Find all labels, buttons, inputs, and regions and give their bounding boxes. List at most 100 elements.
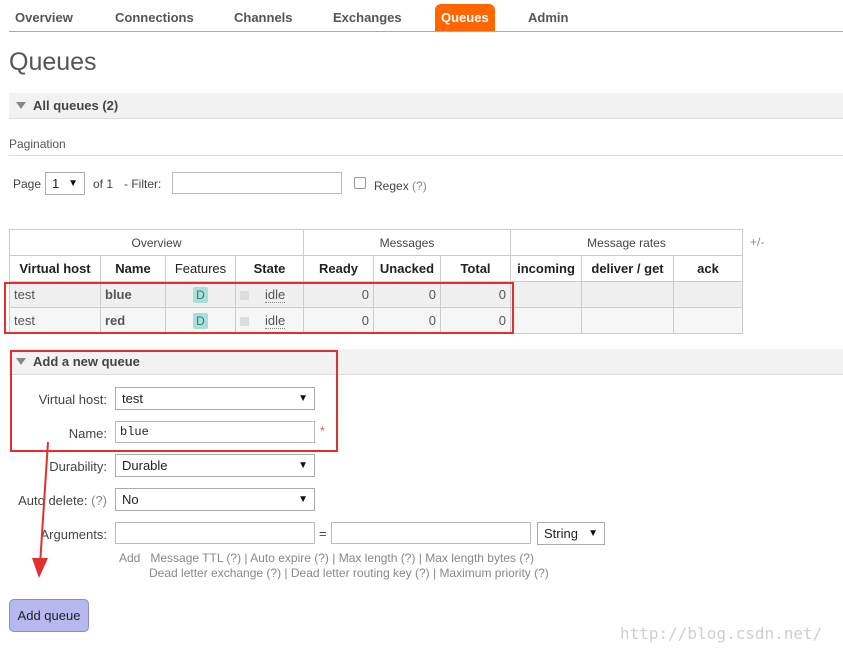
hint-add-label: Add bbox=[119, 551, 141, 565]
group-messages: Messages bbox=[303, 229, 511, 256]
table-row: test blue D idle 0 0 0 bbox=[9, 281, 743, 308]
row-ready: 0 bbox=[303, 307, 374, 334]
required-mark: * bbox=[320, 424, 325, 438]
argument-value-input[interactable] bbox=[331, 522, 531, 544]
dropdown-arrow-icon: ▼ bbox=[588, 528, 598, 539]
table-row: test red D idle 0 0 0 bbox=[9, 307, 743, 334]
dropdown-arrow-icon: ▼ bbox=[298, 393, 308, 404]
arguments-label: Arguments: bbox=[40, 527, 107, 542]
nav-connections[interactable]: Connections bbox=[109, 4, 200, 31]
hint-max-length[interactable]: Max length (?) bbox=[339, 551, 416, 565]
row-incoming bbox=[510, 281, 582, 308]
col-total[interactable]: Total bbox=[440, 255, 511, 282]
row-total: 0 bbox=[440, 281, 511, 308]
col-features: Features bbox=[165, 255, 236, 282]
nav-channels[interactable]: Channels bbox=[228, 4, 299, 31]
nav-exchanges[interactable]: Exchanges bbox=[327, 4, 408, 31]
col-deliver-get[interactable]: deliver / get bbox=[581, 255, 674, 282]
row-ack bbox=[673, 281, 743, 308]
filter-input[interactable] bbox=[172, 172, 342, 194]
add-queue-toggle[interactable]: Add a new queue bbox=[9, 349, 843, 375]
page-label: Page bbox=[13, 177, 42, 191]
vhost-select[interactable]: test ▼ bbox=[115, 387, 315, 410]
columns-toggle[interactable]: +/- bbox=[750, 235, 764, 249]
col-ready[interactable]: Ready bbox=[303, 255, 374, 282]
autodelete-select[interactable]: No ▼ bbox=[115, 488, 315, 511]
hint-maximum-priority[interactable]: Maximum priority (?) bbox=[439, 566, 548, 580]
row-state: idle bbox=[235, 281, 304, 308]
group-message-rates: Message rates bbox=[510, 229, 743, 256]
state-indicator-icon bbox=[240, 317, 249, 327]
row-name-link[interactable]: blue bbox=[100, 281, 166, 308]
page-of-label: of 1 bbox=[93, 177, 114, 191]
col-ack[interactable]: ack bbox=[673, 255, 743, 282]
state-idle: idle bbox=[265, 287, 286, 303]
regex-checkbox[interactable] bbox=[354, 177, 366, 189]
filter-label: - Filter: bbox=[124, 177, 162, 191]
row-unacked: 0 bbox=[373, 307, 441, 334]
hint-dead-letter-exchange[interactable]: Dead letter exchange (?) bbox=[149, 566, 281, 580]
row-deliver-get bbox=[581, 307, 674, 334]
page-select[interactable]: 1 ▼ bbox=[45, 172, 85, 195]
hint-message-ttl[interactable]: Message TTL (?) bbox=[150, 551, 241, 565]
dropdown-arrow-icon: ▼ bbox=[298, 494, 308, 505]
nav-queues[interactable]: Queues bbox=[435, 4, 495, 31]
dropdown-arrow-icon: ▼ bbox=[298, 460, 308, 471]
row-name-link[interactable]: red bbox=[100, 307, 166, 334]
collapse-triangle-icon bbox=[16, 358, 26, 365]
collapse-triangle-icon bbox=[16, 102, 26, 109]
all-queues-label: All queues (2) bbox=[33, 98, 119, 113]
hint-max-length-bytes[interactable]: Max length bytes (?) bbox=[425, 551, 534, 565]
row-features: D bbox=[165, 307, 236, 334]
row-total: 0 bbox=[440, 307, 511, 334]
row-incoming bbox=[510, 307, 582, 334]
row-vhost: test bbox=[9, 281, 101, 308]
watermark: http://blog.csdn.net/ bbox=[620, 624, 823, 643]
col-unacked[interactable]: Unacked bbox=[373, 255, 441, 282]
vhost-label: Virtual host: bbox=[38, 392, 107, 407]
row-deliver-get bbox=[581, 281, 674, 308]
row-features: D bbox=[165, 281, 236, 308]
state-idle: idle bbox=[265, 313, 286, 329]
equals-sign: = bbox=[319, 526, 327, 541]
durable-badge: D bbox=[193, 286, 208, 303]
hint-auto-expire[interactable]: Auto expire (?) bbox=[250, 551, 329, 565]
row-state: idle bbox=[235, 307, 304, 334]
argument-hints-line1: Add Message TTL (?) | Auto expire (?) | … bbox=[119, 551, 534, 565]
durability-select-value: Durable bbox=[122, 458, 168, 473]
hint-dead-letter-routing-key[interactable]: Dead letter routing key (?) bbox=[291, 566, 430, 580]
pagination-divider bbox=[9, 155, 843, 156]
add-queue-button[interactable]: Add queue bbox=[9, 599, 89, 632]
group-overview: Overview bbox=[9, 229, 304, 256]
state-indicator-icon bbox=[240, 291, 249, 301]
argument-key-input[interactable] bbox=[115, 522, 315, 544]
queue-name-input[interactable] bbox=[115, 421, 315, 443]
page-title: Queues bbox=[9, 48, 97, 76]
regex-label: Regex (?) bbox=[374, 179, 427, 193]
argument-type-value: String bbox=[544, 526, 578, 541]
durable-badge: D bbox=[193, 312, 208, 329]
argument-type-select[interactable]: String ▼ bbox=[537, 522, 605, 545]
pagination-label: Pagination bbox=[9, 137, 66, 151]
regex-help[interactable]: (?) bbox=[412, 179, 427, 193]
autodelete-select-value: No bbox=[122, 492, 139, 507]
row-unacked: 0 bbox=[373, 281, 441, 308]
durability-label: Durability: bbox=[49, 459, 107, 474]
row-vhost: test bbox=[9, 307, 101, 334]
row-ready: 0 bbox=[303, 281, 374, 308]
name-label: Name: bbox=[68, 426, 107, 441]
autodelete-label: Auto delete: (?) bbox=[18, 493, 107, 508]
queues-table: Overview Messages Message rates Virtual … bbox=[9, 229, 743, 334]
nav-admin[interactable]: Admin bbox=[522, 4, 574, 31]
add-queue-label: Add a new queue bbox=[33, 354, 140, 369]
col-incoming[interactable]: incoming bbox=[510, 255, 582, 282]
col-state[interactable]: State bbox=[235, 255, 304, 282]
row-ack bbox=[673, 307, 743, 334]
col-virtual-host[interactable]: Virtual host bbox=[9, 255, 101, 282]
autodelete-help[interactable]: (?) bbox=[91, 493, 107, 508]
vhost-select-value: test bbox=[122, 391, 143, 406]
col-name[interactable]: Name bbox=[100, 255, 166, 282]
durability-select[interactable]: Durable ▼ bbox=[115, 454, 315, 477]
all-queues-toggle[interactable]: All queues (2) bbox=[9, 93, 843, 119]
nav-overview[interactable]: Overview bbox=[9, 4, 79, 31]
